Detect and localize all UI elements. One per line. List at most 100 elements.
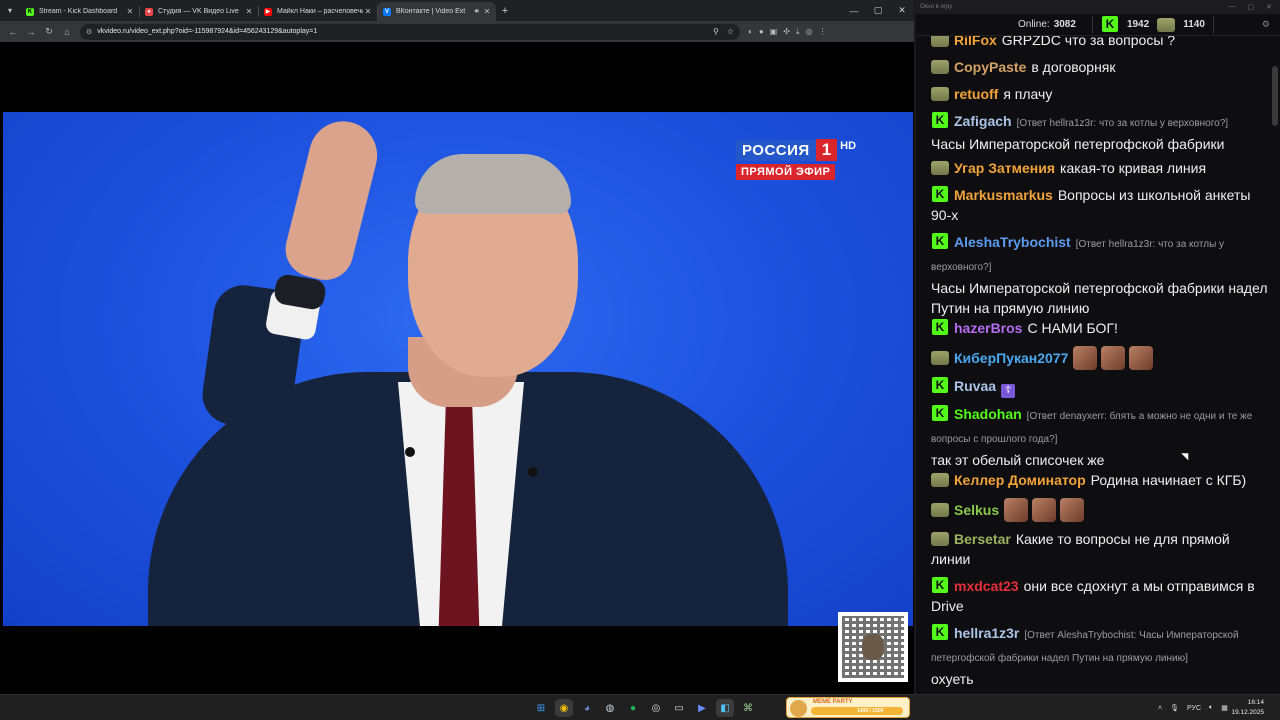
chat-text: GRPZDC что за вопросы ? [1001,36,1176,48]
tab-kick-dashboard[interactable]: K Stream - Kick Dashboard ✕ [20,2,139,21]
tab-youtube-video[interactable]: ▶ Майкл Наки – расчеловечиван ✕ [258,2,377,21]
clock[interactable]: 16:14 19.12.2025 [1231,698,1264,718]
meme-party-widget[interactable]: MEME PARTY 1400 / 1500 [786,697,910,718]
back-icon[interactable]: ← [4,23,22,41]
kick-badge-icon [931,233,949,249]
chat-message: retuoff я плачу [931,84,1271,104]
maximize-icon[interactable]: ▢ [1248,3,1255,11]
chevron-up-icon[interactable]: ˄ [1158,705,1162,712]
site-info-icon[interactable]: ⚙ [86,28,92,36]
chat-username[interactable]: Ruvaa [954,378,996,394]
tab-vk-live-studio[interactable]: ● Студия — VK Видео Live ✕ [139,2,258,21]
chat-scrollbar[interactable] [1272,36,1278,694]
app-icon[interactable]: ⌘ [739,699,757,717]
chat-username[interactable]: Zafigach [954,113,1012,129]
language-indicator[interactable]: РУС [1187,705,1201,712]
reload-icon[interactable]: ↻ [40,23,58,41]
start-menu-icon[interactable]: ⊞ [532,699,550,717]
steam-icon[interactable]: ◍ [601,699,619,717]
close-icon[interactable]: ✕ [244,7,254,16]
scroll-thumb[interactable] [1272,66,1278,126]
chat-username[interactable]: hellra1z3r [954,625,1019,641]
kick-badge-icon [931,577,949,593]
spotify-icon[interactable]: ● [624,699,642,717]
extension-icon[interactable]: ◐ [748,27,753,36]
chat-message: Selkus [931,498,1271,522]
chat-username[interactable]: AleshaTrybochist [954,234,1071,250]
close-icon[interactable]: ✕ [363,7,373,16]
kick-viewers: 1942 [1100,15,1150,32]
chat-message: Shadohan[Ответ denayxerr: блять а можно … [931,404,1271,470]
media-player-icon[interactable]: ▶ [693,699,711,717]
chat-app-icon[interactable]: ◧ [716,699,734,717]
volume-icon[interactable]: 🔈︎ [1209,704,1213,712]
chrome-icon[interactable]: ◉ [555,699,573,717]
kick-badge-icon [931,112,949,128]
chat-message: Zafigach [Ответ hellra1z3r: что за котлы … [931,111,1271,154]
obs-icon[interactable]: ◎ [647,699,665,717]
chat-username[interactable]: CopyPaste [954,59,1026,75]
kick-badge-icon [931,186,949,202]
close-window-icon[interactable]: ✕ [890,0,914,21]
chat-username[interactable]: Selkus [954,502,999,518]
settings-icon[interactable]: ⚙ [1262,19,1270,30]
address-text[interactable]: vkvideo.ru/video_ext.php?oid=-115987924&… [97,28,317,35]
clock-time: 16:14 [1247,699,1264,706]
kick-badge-icon [931,319,949,335]
chat-username[interactable]: Markusmarkus [954,187,1053,203]
speaker-hair [415,154,571,214]
lapel-mic-icon [528,467,538,477]
extension-icon[interactable]: ▣ [770,27,778,36]
chat-text: Часы Императорской петергофской фабрики [931,136,1225,152]
chat-username[interactable]: hazerBros [954,320,1022,336]
forward-icon[interactable]: → [22,23,40,41]
taskbar-apps: ⊞ ◉ ◕ ◍ ● ◎ ▭ ▶ ◧ ⌘ [532,699,757,717]
kick-badge-icon [931,624,949,640]
microphone-icon[interactable]: 🎙︎ [1170,704,1179,712]
close-icon[interactable]: ✕ [125,7,135,16]
chat-message-list[interactable]: RilFox GRPZDC что за вопросы ? CopyPaste в… [916,36,1280,694]
address-bar[interactable]: ⚙ vkvideo.ru/video_ext.php?oid=-11598792… [80,23,740,40]
close-window-icon[interactable]: ✕ [1266,3,1272,11]
speaker-hand [279,114,385,286]
app-icon[interactable]: ▭ [670,699,688,717]
chat-username[interactable]: КиберПукан2077 [954,350,1068,366]
channel-hd: HD [840,140,857,152]
kick-count: 1942 [1126,19,1150,30]
profile-icon[interactable]: ◎ [806,27,813,36]
new-tab-button[interactable]: + [496,5,514,17]
minimize-icon[interactable]: — [842,0,866,21]
tab-vk-video-ext[interactable]: V ВКонтакте | Video Ext 🔊︎ ✕ [377,2,496,21]
lapel-mic-icon [405,447,415,457]
tab-search-icon[interactable]: ▾ [0,0,20,21]
emote-icon [1004,498,1029,522]
chat-text: так эт обелый списочек же [931,452,1105,468]
chat-username[interactable]: retuoff [954,86,998,102]
chat-username[interactable]: Bersetar [954,531,1011,547]
puzzle-icon[interactable]: ✣ [783,27,790,36]
download-icon[interactable]: ⤓ [796,27,800,37]
chat-username[interactable]: Shadohan [954,406,1022,422]
chat-username[interactable]: Келлер Доминатор [954,472,1086,488]
zoom-icon[interactable]: ⚲ [713,27,719,36]
network-icon[interactable]: ▦ [1221,704,1228,712]
home-icon[interactable]: ⌂ [58,23,76,41]
close-icon[interactable]: ✕ [482,7,492,16]
live-label: ПРЯМОЙ ЭФИР [736,164,836,180]
minimize-icon[interactable]: — [1229,3,1236,11]
discord-icon[interactable]: ◕ [578,699,596,717]
speaker-icon[interactable]: 🔊︎ [475,8,479,16]
menu-icon[interactable]: ⋮ [818,27,826,36]
chat-username[interactable]: RilFox [954,36,997,48]
chat-username[interactable]: mxdcat23 [954,578,1019,594]
tab-title: Студия — VK Видео Live [158,8,239,15]
video-player[interactable]: РОССИЯ 1 HD ПРЯМОЙ ЭФИР [0,42,914,694]
chat-window: Окно в игру — ▢ ✕ Online: 3082 1942 1140… [914,0,1280,694]
video-frame[interactable]: РОССИЯ 1 HD ПРЯМОЙ ЭФИР [3,112,913,626]
chat-username[interactable]: Угар Затмения [954,160,1055,176]
chat-message: RilFox GRPZDC что за вопросы ? [931,36,1271,50]
extension-icon[interactable]: ● [759,27,764,36]
maximize-icon[interactable]: ▢ [866,0,890,21]
emote-icon [1129,346,1154,370]
bookmark-star-icon[interactable]: ☆ [727,27,734,36]
